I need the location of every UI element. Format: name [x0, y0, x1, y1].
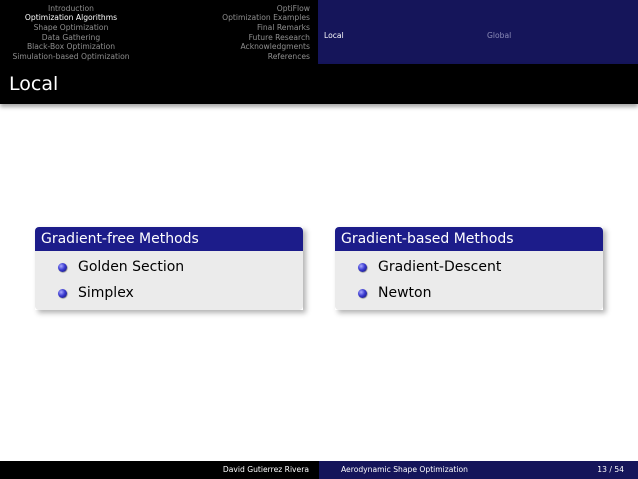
- nav-subsection-global[interactable]: Global: [487, 31, 511, 40]
- block-title: Gradient-free Methods: [35, 227, 303, 251]
- list-item-label: Gradient-Descent: [378, 259, 502, 275]
- nav-section-optimization-examples[interactable]: Optimization Examples: [222, 13, 310, 23]
- nav-section-final-remarks[interactable]: Final Remarks: [257, 23, 310, 33]
- block-body: Golden Section Simplex: [35, 251, 303, 310]
- footer-title-box: Aerodynamic Shape Optimization 13 / 54: [319, 461, 638, 479]
- nav-section-introduction[interactable]: Introduction: [0, 4, 142, 14]
- nav-section-simulation-based-optimization[interactable]: Simulation-based Optimization: [0, 52, 142, 62]
- nav-section-optimization-algorithms[interactable]: Optimization Algorithms: [0, 13, 142, 23]
- footer-author-box: David Gutierrez Rivera: [0, 461, 319, 479]
- block-title: Gradient-based Methods: [335, 227, 603, 251]
- nav-section-optiflow[interactable]: OptiFlow: [277, 4, 310, 14]
- nav-section-data-gathering[interactable]: Data Gathering: [0, 33, 142, 43]
- list-item-label: Newton: [378, 285, 432, 301]
- nav-section-references[interactable]: References: [268, 52, 310, 62]
- navigation-bar: Introduction Optimization Algorithms Sha…: [0, 0, 638, 64]
- footer-author: David Gutierrez Rivera: [222, 465, 309, 474]
- list-item: Newton: [335, 280, 603, 306]
- ball-bullet-icon: [58, 288, 67, 298]
- footer: David Gutierrez Rivera Aerodynamic Shape…: [0, 461, 638, 479]
- block-body: Gradient-Descent Newton: [335, 251, 603, 310]
- nav-subsection-local[interactable]: Local: [324, 31, 344, 40]
- list-item-label: Golden Section: [78, 259, 185, 275]
- gradient-based-block: Gradient-based Methods Gradient-Descent …: [335, 227, 603, 310]
- frame-title: Local: [0, 64, 638, 104]
- gradient-free-block: Gradient-free Methods Golden Section Sim…: [35, 227, 303, 310]
- nav-section-shape-optimization[interactable]: Shape Optimization: [0, 23, 142, 33]
- section-nav-left: Introduction Optimization Algorithms Sha…: [0, 0, 159, 64]
- footer-page-number: 13 / 54: [597, 465, 624, 474]
- list-item: Golden Section: [35, 254, 303, 280]
- footer-presentation-title: Aerodynamic Shape Optimization: [341, 465, 468, 474]
- list-item: Gradient-Descent: [335, 254, 603, 280]
- nav-section-acknowledgments[interactable]: Acknowledgments: [240, 42, 310, 52]
- ball-bullet-icon: [358, 262, 367, 272]
- ball-bullet-icon: [58, 262, 67, 272]
- nav-section-black-box-optimization[interactable]: Black-Box Optimization: [0, 42, 142, 52]
- list-item-label: Simplex: [78, 285, 134, 301]
- subsection-nav: Local Global: [318, 0, 638, 64]
- nav-section-future-research[interactable]: Future Research: [249, 33, 310, 43]
- list-item: Simplex: [35, 280, 303, 306]
- section-nav-middle: OptiFlow Optimization Examples Final Rem…: [159, 0, 318, 64]
- ball-bullet-icon: [358, 288, 367, 298]
